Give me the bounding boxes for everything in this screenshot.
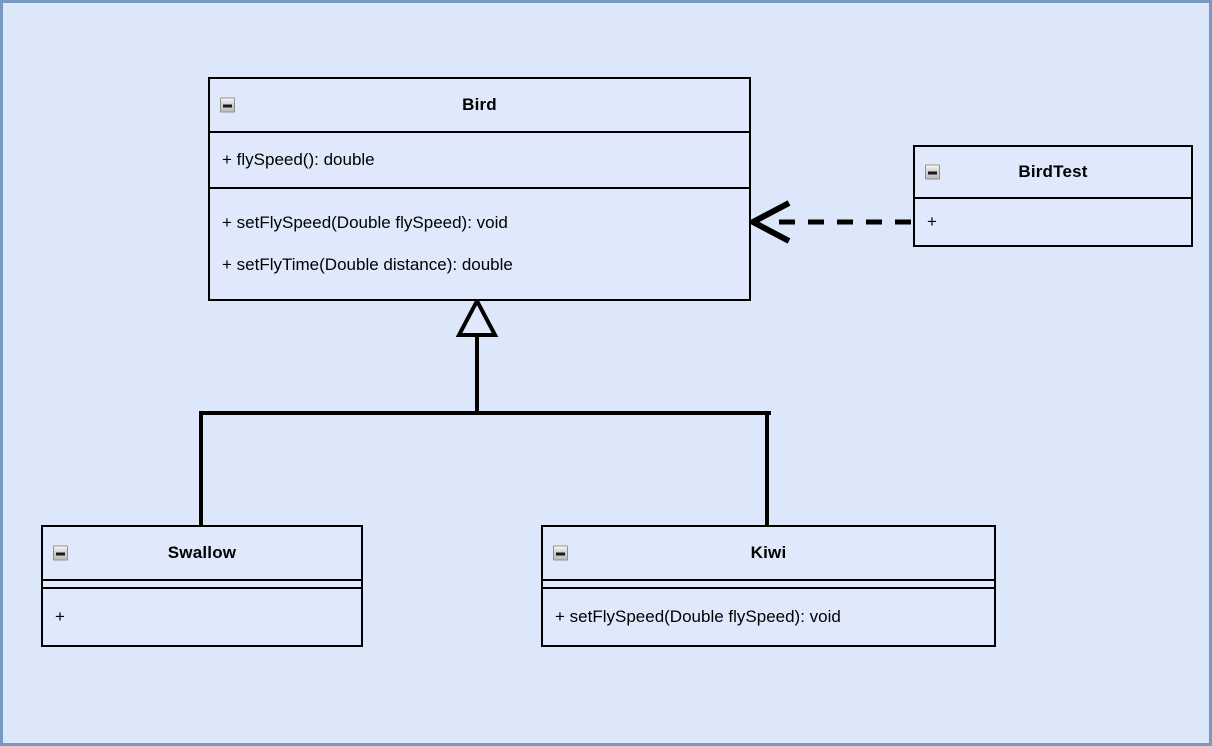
- class-member-row: +: [927, 212, 937, 232]
- uml-diagram-canvas: Bird + flySpeed(): double + setFlySpeed(…: [0, 0, 1212, 746]
- generalization-branch-swallow: [199, 411, 203, 527]
- class-member-row: + flySpeed(): double: [222, 150, 375, 170]
- class-member-row: +: [55, 607, 65, 627]
- class-title-swallow: Swallow: [43, 527, 361, 579]
- class-title-kiwi: Kiwi: [543, 527, 994, 579]
- class-members-birdtest: +: [915, 197, 1191, 245]
- class-box-bird[interactable]: Bird + flySpeed(): double + setFlySpeed(…: [208, 77, 751, 301]
- class-attributes-bird: + flySpeed(): double: [210, 131, 749, 187]
- generalization-tree-bar: [199, 411, 771, 415]
- class-attributes-swallow: [43, 579, 361, 587]
- class-name-label: BirdTest: [1018, 162, 1088, 181]
- class-member-row: + setFlySpeed(Double flySpeed): void: [222, 213, 508, 233]
- minus-box-icon[interactable]: [553, 545, 568, 561]
- generalization-branch-kiwi: [765, 411, 769, 527]
- class-title-birdtest: BirdTest: [915, 147, 1191, 197]
- hollow-triangle-arrowhead-icon: [455, 296, 499, 337]
- class-methods-bird: + setFlySpeed(Double flySpeed): void + s…: [210, 187, 749, 299]
- generalization-stem: [475, 333, 479, 415]
- class-title-bird: Bird: [210, 79, 749, 131]
- minus-box-icon[interactable]: [220, 97, 235, 113]
- class-methods-kiwi: + setFlySpeed(Double flySpeed): void: [543, 587, 994, 645]
- minus-box-icon[interactable]: [53, 545, 68, 561]
- class-box-birdtest[interactable]: BirdTest +: [913, 145, 1193, 247]
- class-name-label: Kiwi: [750, 543, 787, 562]
- class-name-label: Bird: [462, 95, 497, 114]
- open-arrow-arrowhead-icon: [746, 200, 791, 244]
- class-methods-swallow: +: [43, 587, 361, 645]
- class-attributes-kiwi: [543, 579, 994, 587]
- class-member-row: + setFlySpeed(Double flySpeed): void: [555, 607, 841, 627]
- class-member-row: + setFlyTime(Double distance): double: [222, 255, 513, 274]
- class-box-kiwi[interactable]: Kiwi + setFlySpeed(Double flySpeed): voi…: [541, 525, 996, 647]
- class-name-label: Swallow: [167, 543, 237, 562]
- minus-box-icon[interactable]: [925, 164, 940, 180]
- class-box-swallow[interactable]: Swallow +: [41, 525, 363, 647]
